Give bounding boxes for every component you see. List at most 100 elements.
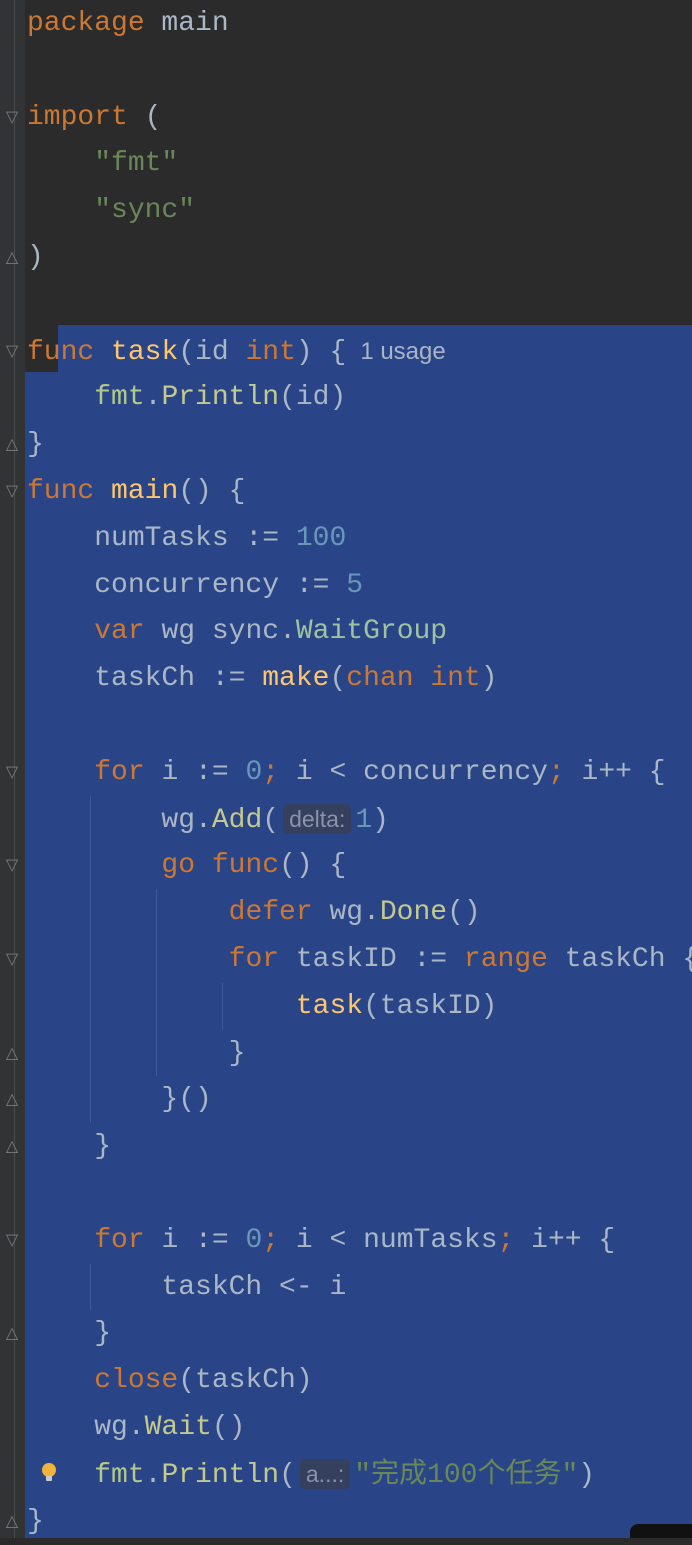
code-token: 0 [245,756,263,788]
code-token: main [144,8,229,39]
fold-close-icon[interactable]: △ [3,1137,21,1155]
code-token: . [144,1459,162,1491]
code-token: taskCh { [547,944,692,975]
code-token: () { [178,476,246,507]
code-token: chan [346,663,414,695]
code-token: } [27,1505,44,1537]
fold-open-icon[interactable]: ▽ [3,1230,21,1249]
code-token: i < numTasks [295,1224,498,1256]
code-token: } [27,429,44,461]
fold-close-icon[interactable]: △ [3,435,21,453]
fold-open-icon[interactable]: ▽ [3,107,21,126]
code-token: i++ { [531,1224,616,1256]
code-line[interactable]: } [27,1310,111,1357]
code-token: concurrency := [27,569,347,601]
code-token: ; [262,756,296,788]
fold-close-icon[interactable]: △ [3,1043,21,1062]
code-token: (id [178,336,246,368]
fold-open-icon[interactable]: ▽ [3,341,21,360]
code-line[interactable]: }() [27,1076,211,1123]
code-token: Println [161,1459,280,1491]
code-token: "完成100个任务" [354,1459,579,1491]
code-line[interactable]: var wg sync.WaitGroup [27,608,447,655]
code-token: . [144,382,162,414]
code-line[interactable]: for taskID := range taskCh { [27,936,692,983]
code-token: ( [329,663,347,695]
code-line[interactable]: ) [27,234,44,281]
usage-hint[interactable]: 1 usage [360,338,445,365]
code-token: wg. [27,804,212,836]
code-line[interactable]: numTasks := 100 [27,515,346,562]
code-line[interactable]: } [27,1123,111,1170]
code-line[interactable]: } [27,1030,246,1077]
fold-close-icon[interactable]: △ [3,1090,21,1108]
code-token: ( [279,1459,296,1491]
code-line[interactable]: import ( [27,94,161,141]
code-token: ) { [295,336,347,368]
code-token: } [27,1037,246,1069]
code-line[interactable]: wg.Add(delta: 1) [27,796,389,843]
code-line[interactable]: for i := 0; i < numTasks; i++ { [27,1217,615,1264]
fold-close-icon[interactable]: △ [3,1511,21,1530]
code-line[interactable]: func task(id int) {1 usage [27,328,446,375]
lightbulb-icon[interactable] [40,1462,58,1482]
code-line[interactable]: "fmt" [27,140,178,187]
code-line[interactable]: } [27,421,44,468]
fold-open-icon[interactable]: ▽ [3,856,21,874]
code-token: taskCh := [27,663,263,695]
code-line[interactable]: package main [27,0,229,47]
code-token: main [111,476,179,507]
code-token: ) [480,663,498,695]
code-token: "sync" [94,195,196,227]
code-line[interactable]: for i := 0; i < concurrency; i++ { [27,749,665,796]
code-token: (taskCh) [178,1365,313,1397]
code-line[interactable]: concurrency := 5 [27,562,363,609]
code-token: task [111,336,179,368]
overlay-corner [630,1524,692,1538]
code-line[interactable]: fmt.Println(id) [27,374,346,421]
fold-close-icon[interactable]: △ [3,248,21,266]
code-token: ( [262,804,280,836]
code-token: taskID := [279,944,464,975]
code-line[interactable]: taskCh <- i [27,1264,346,1311]
fold-open-icon[interactable]: ▽ [3,482,21,500]
fold-close-icon[interactable]: △ [3,1324,21,1342]
code-line[interactable]: fmt.Println(a...: "完成100个任务") [27,1451,595,1498]
code-line[interactable]: task(taskID) [27,983,498,1030]
code-token: range [463,944,548,975]
code-line[interactable]: go func() { [27,842,346,889]
code-token: i := [144,756,246,788]
code-token: i < concurrency [295,756,548,788]
code-token: ; [547,756,582,788]
code-token: Done [379,897,448,929]
code-token: package [27,8,145,39]
code-token: fmt [94,1459,145,1491]
code-token: defer [228,897,313,929]
code-line[interactable]: defer wg.Done() [27,889,481,936]
code-token: make [262,663,330,695]
code-line[interactable]: wg.Wait() [27,1404,245,1451]
code-token: for [94,1224,145,1256]
code-token: wg. [27,1412,145,1443]
code-token: func [27,336,95,368]
code-line[interactable]: func main() { [27,468,245,515]
code-line[interactable]: "sync" [27,187,195,234]
code-line[interactable]: close(taskCh) [27,1357,313,1404]
fold-open-icon[interactable]: ▽ [3,762,21,781]
code-token: } [27,1131,112,1163]
code-token: wg. [312,897,380,929]
code-token: 5 [346,569,364,601]
code-line[interactable]: taskCh := make(chan int) [27,655,498,702]
fold-open-icon[interactable]: ▽ [3,950,21,968]
